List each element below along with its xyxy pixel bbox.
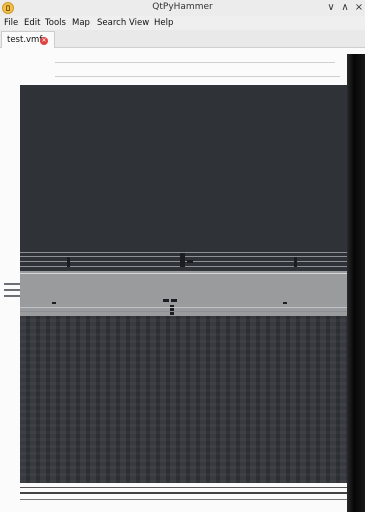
vertex-marker xyxy=(52,302,56,304)
title-bar: QtPyHammer ∨ ∧ × xyxy=(0,0,365,16)
document-tab-bar: test.vmf ✕ xyxy=(0,30,365,48)
viewport-geometry xyxy=(20,315,347,483)
vertex-marker xyxy=(294,257,297,267)
vertex-marker xyxy=(187,260,193,263)
tab-test-vmf[interactable]: test.vmf ✕ xyxy=(1,31,55,48)
menu-help[interactable]: Help xyxy=(154,17,173,29)
menu-map[interactable]: Map xyxy=(72,17,90,29)
menu-tools[interactable]: Tools xyxy=(45,17,66,29)
viewport-side-shadow xyxy=(347,54,365,512)
selected-brush-band xyxy=(20,271,347,316)
close-icon[interactable]: ✕ xyxy=(40,37,48,45)
menu-search[interactable]: Search xyxy=(97,17,126,29)
vertex-marker xyxy=(171,299,177,302)
vertex-marker xyxy=(283,302,287,304)
vertex-marker xyxy=(163,299,169,302)
menu-view[interactable]: View xyxy=(129,17,149,29)
separator-line xyxy=(20,492,347,494)
tab-label: test.vmf xyxy=(7,35,43,45)
separator-line xyxy=(20,487,347,488)
separator-line xyxy=(55,62,335,63)
vertex-marker xyxy=(180,253,185,267)
render-viewport[interactable] xyxy=(20,85,347,483)
window-title: QtPyHammer xyxy=(152,2,213,12)
menu-edit[interactable]: Edit xyxy=(24,17,40,29)
maximize-button[interactable]: ∧ xyxy=(339,1,351,14)
vertex-marker xyxy=(67,257,70,267)
menu-bar: File Edit Tools Map Search View Help xyxy=(0,16,365,30)
close-window-button[interactable]: × xyxy=(353,1,365,14)
menu-file[interactable]: File xyxy=(4,17,18,29)
separator-line xyxy=(55,76,340,77)
minimize-button[interactable]: ∨ xyxy=(325,1,337,14)
brush-edge xyxy=(20,307,347,308)
separator-line xyxy=(20,499,347,500)
brush-edge xyxy=(20,311,347,312)
